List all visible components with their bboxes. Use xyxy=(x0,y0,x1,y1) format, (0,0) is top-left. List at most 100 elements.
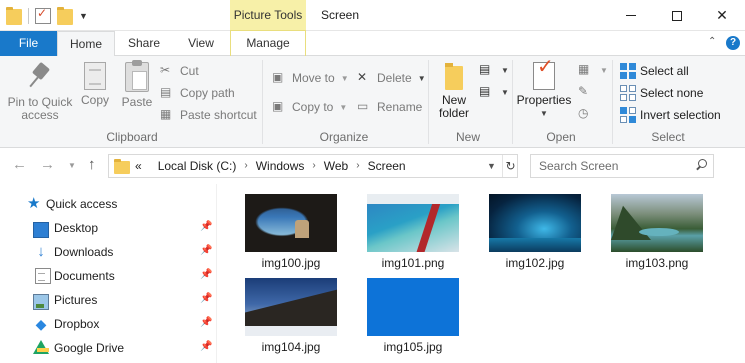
title-bar: ▼ Picture Tools Screen ✕ xyxy=(0,0,745,31)
pin-icon[interactable]: 📌 xyxy=(200,341,212,352)
sidebar-item-label: Downloads xyxy=(54,245,114,259)
sidebar-item-downloads[interactable]: ↓ Downloads 📌 xyxy=(0,240,216,264)
breadcrumb-separator-icon[interactable]: › xyxy=(356,155,359,177)
pictures-icon xyxy=(33,294,49,310)
copy-path-button[interactable]: ▤ Copy path xyxy=(160,85,235,101)
rename-button[interactable]: ▭ Rename xyxy=(357,99,422,115)
pin-icon[interactable]: 📌 xyxy=(200,293,212,304)
file-name: img104.jpg xyxy=(261,340,321,354)
collapse-ribbon-chevron-icon[interactable]: ⌃ xyxy=(708,36,716,47)
help-icon[interactable]: ? xyxy=(726,36,740,50)
move-to-icon: ▣ xyxy=(272,70,284,84)
breadcrumb-web[interactable]: Web xyxy=(324,155,348,177)
tab-manage[interactable]: Manage xyxy=(230,31,306,56)
new-item-button[interactable]: ▤ ▼ xyxy=(479,62,509,78)
search-icon[interactable] xyxy=(695,159,707,171)
paste-shortcut-button[interactable]: ▦ Paste shortcut xyxy=(160,107,257,123)
pane-divider[interactable] xyxy=(216,184,217,363)
ribbon-home: Pin to Quick access Copy Paste ✂ Cut ▤ C… xyxy=(0,56,745,148)
move-to-button[interactable]: ▣ Move to ▼ xyxy=(272,70,349,86)
edit-button[interactable]: ✎ xyxy=(578,84,594,100)
tab-share[interactable]: Share xyxy=(115,31,173,56)
tab-file[interactable]: File xyxy=(0,31,57,56)
window-title: Screen xyxy=(321,8,360,22)
address-history-chevron-icon[interactable]: ▼ xyxy=(487,155,496,177)
invert-selection-icon xyxy=(620,107,636,123)
open-group-label: Open xyxy=(546,130,576,144)
rename-icon: ▭ xyxy=(357,99,369,113)
select-all-button[interactable]: Select all xyxy=(620,63,689,79)
image-thumbnail xyxy=(367,194,459,252)
select-all-icon xyxy=(620,63,636,79)
back-arrow-icon[interactable]: ← xyxy=(12,156,27,173)
search-input[interactable] xyxy=(539,155,689,177)
picture-tools-context-label: Picture Tools xyxy=(230,0,306,31)
delete-button[interactable]: ✕ Delete ▼ xyxy=(357,70,426,86)
file-name: img105.jpg xyxy=(383,340,443,354)
tab-view[interactable]: View xyxy=(173,31,229,56)
copy-path-label: Copy path xyxy=(180,86,235,100)
cut-button[interactable]: ✂ Cut xyxy=(160,63,199,79)
customize-toolbar-chevron-icon[interactable]: ▼ xyxy=(79,11,88,21)
tab-home[interactable]: Home xyxy=(57,31,115,57)
up-arrow-icon[interactable]: ↑ xyxy=(88,156,96,173)
copy-button[interactable]: Copy xyxy=(78,62,112,107)
properties-icon[interactable] xyxy=(35,6,51,24)
pin-to-quick-access-button[interactable]: Pin to Quick access xyxy=(6,62,74,122)
breadcrumb-screen[interactable]: Screen xyxy=(368,155,406,177)
file-name: img102.jpg xyxy=(505,256,565,270)
breadcrumb: « Local Disk (C:) › Windows › Web › Scre… xyxy=(135,155,406,177)
sidebar-item-google-drive[interactable]: Google Drive 📌 xyxy=(0,336,216,360)
new-group-label: New xyxy=(455,130,480,144)
new-folder-icon[interactable] xyxy=(57,7,73,25)
paste-shortcut-label: Paste shortcut xyxy=(180,108,257,122)
sidebar-item-documents[interactable]: Documents 📌 xyxy=(0,264,216,288)
copy-to-button[interactable]: ▣ Copy to ▼ xyxy=(272,99,347,115)
open-button[interactable]: ▦ ▼ xyxy=(578,62,608,78)
pin-icon[interactable]: 📌 xyxy=(200,221,212,232)
paste-button[interactable]: Paste xyxy=(120,60,154,109)
breadcrumb-local-disk[interactable]: Local Disk (C:) xyxy=(158,155,237,177)
address-bar[interactable]: « Local Disk (C:) › Windows › Web › Scre… xyxy=(108,154,518,178)
file-item[interactable]: img103.png xyxy=(601,194,713,270)
sidebar-item-quick-access[interactable]: ★ Quick access xyxy=(0,192,216,216)
minimize-icon xyxy=(626,15,636,16)
paste-shortcut-icon: ▦ xyxy=(160,107,172,121)
history-button[interactable]: ◷ xyxy=(578,106,594,122)
pin-icon[interactable]: 📌 xyxy=(200,317,212,328)
scissors-icon: ✂ xyxy=(160,63,171,77)
pin-icon[interactable]: 📌 xyxy=(200,269,212,280)
pin-icon[interactable]: 📌 xyxy=(200,245,212,256)
invert-selection-button[interactable]: Invert selection xyxy=(620,107,721,123)
refresh-icon[interactable]: ↻ xyxy=(502,155,518,177)
copy-to-label: Copy to xyxy=(292,100,334,114)
file-item[interactable]: img100.jpg xyxy=(235,194,347,270)
sidebar-item-label: Documents xyxy=(54,269,115,283)
file-item[interactable]: img101.png xyxy=(357,194,469,270)
minimize-button[interactable] xyxy=(608,0,654,31)
breadcrumb-separator-icon[interactable]: › xyxy=(244,155,247,177)
breadcrumb-windows[interactable]: Windows xyxy=(256,155,305,177)
file-item[interactable]: img105.jpg xyxy=(357,278,469,354)
maximize-button[interactable] xyxy=(654,0,700,31)
search-box[interactable] xyxy=(530,154,714,178)
sidebar-item-dropbox[interactable]: ◆ Dropbox 📌 xyxy=(0,312,216,336)
desktop-icon xyxy=(33,222,49,238)
documents-icon xyxy=(35,268,51,284)
select-none-button[interactable]: Select none xyxy=(620,85,703,101)
image-thumbnail xyxy=(611,194,703,252)
move-to-label: Move to xyxy=(292,71,335,85)
new-folder-button[interactable]: New folder xyxy=(434,62,474,120)
forward-arrow-icon[interactable]: → xyxy=(40,156,55,173)
breadcrumb-overflow[interactable]: « xyxy=(135,155,142,177)
image-thumbnail xyxy=(489,194,581,252)
easy-access-button[interactable]: ▤ ▼ xyxy=(479,84,509,100)
file-item[interactable]: img102.jpg xyxy=(479,194,591,270)
breadcrumb-separator-icon[interactable]: › xyxy=(312,155,315,177)
recent-locations-chevron-icon[interactable]: ▼ xyxy=(68,161,76,170)
properties-button[interactable]: Properties ▼ xyxy=(516,61,572,120)
file-item[interactable]: img104.jpg xyxy=(235,278,347,354)
close-button[interactable]: ✕ xyxy=(699,0,745,31)
sidebar-item-pictures[interactable]: Pictures 📌 xyxy=(0,288,216,312)
sidebar-item-desktop[interactable]: Desktop 📌 xyxy=(0,216,216,240)
